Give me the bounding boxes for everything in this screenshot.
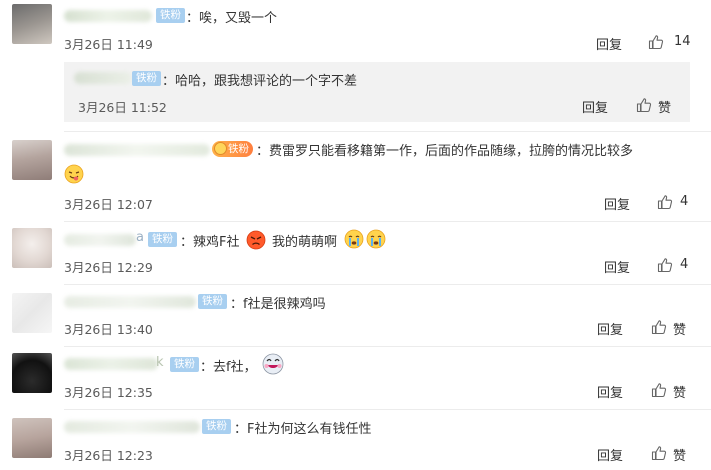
thumbs-up-icon[interactable] (651, 445, 667, 461)
reply-button[interactable]: 回复 (597, 382, 623, 401)
comment-item: k 铁粉 ：去f社， 3月26日 12:35 回复 赞 (0, 347, 711, 409)
reply-button[interactable]: 回复 (597, 319, 623, 338)
username[interactable] (64, 144, 210, 156)
username[interactable] (64, 10, 152, 22)
avatar[interactable] (12, 140, 52, 180)
thumbs-up-icon[interactable] (651, 382, 667, 398)
comment-text: ：f社是很辣鸡吗 (230, 297, 326, 312)
comment-item: 铁粉 ：f社是很辣鸡吗 3月26日 13:40 回复 赞 (0, 285, 711, 345)
comment-text-continued: 我的萌萌啊 (272, 235, 338, 250)
username[interactable] (64, 358, 158, 370)
avatar[interactable] (12, 293, 52, 333)
comment-text: ：费雷罗只能看移籍第一作，后面的作品随缘，拉胯的情况比较多 (256, 144, 634, 159)
comment-time: 3月26日 11:49 (64, 37, 153, 52)
comment-text: ：唉，又毁一个 (186, 11, 278, 26)
reply-button[interactable]: 回复 (596, 34, 622, 53)
avatar[interactable] (12, 4, 52, 44)
reply-button[interactable]: 回复 (604, 194, 630, 213)
reply-button[interactable]: 回复 (597, 445, 623, 464)
comment-time: 3月26日 13:40 (64, 322, 153, 337)
username-tail[interactable]: a (136, 230, 144, 245)
comment-item: a 铁粉 ：辣鸡F社 我的萌萌啊 3月26日 12:29 回复 4 (0, 222, 711, 284)
thumbs-up-icon[interactable] (657, 257, 673, 273)
comment-text: ：去f社， (200, 360, 257, 375)
username[interactable] (74, 72, 132, 84)
badge-label: 铁粉 (228, 143, 249, 155)
fan-badge[interactable]: 铁粉 (148, 232, 177, 247)
sub-reply-text: ：哈哈，跟我想评论的一个字不差 (162, 74, 358, 89)
fan-badge[interactable]: 铁粉 (202, 419, 231, 434)
laughing-emoji-icon (262, 353, 284, 375)
comment-item: 铁粉 ：费雷罗只能看移籍第一作，后面的作品随缘，拉胯的情况比较多 3月26日 1… (0, 132, 711, 218)
comment-item: 铁粉 ：唉，又毁一个 3月26日 11:49 回复 14 铁粉 ：哈哈，跟我想评… (0, 0, 711, 122)
angry-emoji-icon (246, 230, 266, 250)
fan-badge[interactable]: 铁粉 (156, 8, 185, 23)
like-label[interactable]: 赞 (658, 97, 671, 116)
thumbs-up-icon[interactable] (636, 97, 652, 113)
crying-emoji-icon (366, 229, 386, 249)
fan-badge[interactable]: 铁粉 (132, 71, 161, 86)
crying-emoji-icon (344, 229, 364, 249)
avatar[interactable] (12, 228, 52, 268)
like-count: 14 (674, 34, 691, 49)
comment-item: 铁粉 ：F社为何这么有钱任性 3月26日 12:23 回复 赞 (0, 410, 711, 470)
fan-badge[interactable]: 铁粉 (198, 294, 227, 309)
avatar[interactable] (12, 353, 52, 393)
avatar[interactable] (12, 418, 52, 458)
like-count: 4 (680, 194, 689, 209)
fan-badge[interactable]: 铁粉 (170, 357, 199, 372)
username[interactable] (64, 234, 136, 246)
like-count: 4 (680, 257, 689, 272)
sub-reply: 铁粉 ：哈哈，跟我想评论的一个字不差 3月26日 11:52 回复 赞 (64, 62, 690, 122)
like-label[interactable]: 赞 (673, 382, 686, 401)
comment-time: 3月26日 12:23 (64, 448, 153, 463)
like-label[interactable]: 赞 (673, 445, 686, 464)
username[interactable] (64, 421, 200, 433)
comment-time: 3月26日 12:07 (64, 197, 153, 212)
crown-icon (214, 142, 227, 155)
like-label[interactable]: 赞 (673, 319, 686, 338)
username[interactable] (64, 296, 196, 308)
thumbs-up-icon[interactable] (648, 34, 664, 50)
thumbs-up-icon[interactable] (651, 319, 667, 335)
comment-time: 3月26日 12:35 (64, 385, 153, 400)
comment-time: 3月26日 12:29 (64, 260, 153, 275)
sub-reply-time: 3月26日 11:52 (78, 100, 167, 115)
username-tail[interactable]: k (156, 355, 164, 370)
gold-fan-badge[interactable]: 铁粉 (212, 141, 253, 157)
thumbs-up-icon[interactable] (657, 194, 673, 210)
comment-text: ：辣鸡F社 (180, 235, 240, 250)
comment-text: ：F社为何这么有钱任性 (234, 422, 372, 437)
tongue-emoji-icon (64, 164, 84, 184)
reply-button[interactable]: 回复 (604, 257, 630, 276)
reply-button[interactable]: 回复 (582, 97, 608, 116)
